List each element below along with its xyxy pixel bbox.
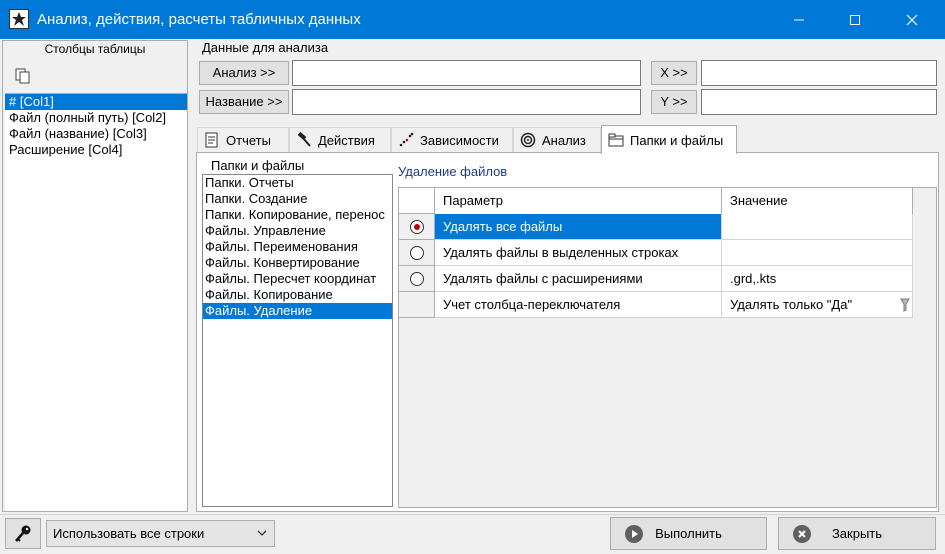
list-item[interactable]: Файлы. Переименования	[203, 239, 392, 255]
row-marker[interactable]	[399, 266, 435, 292]
table-row[interactable]: Удалять все файлы	[399, 214, 913, 240]
list-item[interactable]: Файлы. Удаление	[203, 303, 392, 319]
list-item[interactable]: Файлы. Пересчет координат	[203, 271, 392, 287]
analysis-button[interactable]: Анализ >>	[199, 61, 289, 85]
header-corner	[399, 188, 435, 214]
minimize-button[interactable]	[776, 0, 822, 39]
analysis-data-title: Данные для анализа	[202, 40, 329, 55]
tab-reports[interactable]: Отчеты	[197, 127, 289, 152]
analysis-field[interactable]	[292, 60, 641, 86]
folder-icon	[608, 132, 624, 148]
window-title: Анализ, действия, расчеты табличных данн…	[37, 11, 361, 28]
maximize-button[interactable]	[832, 0, 878, 39]
list-item[interactable]: # [Col1]	[5, 94, 187, 110]
tab-dependencies[interactable]: Зависимости	[391, 127, 513, 152]
param-cell[interactable]: Учет столбца-переключателя	[435, 292, 722, 318]
param-cell[interactable]: Удалять все файлы	[435, 214, 722, 240]
close-icon	[906, 14, 918, 25]
radio-checked-icon[interactable]	[409, 219, 424, 234]
close-button[interactable]: Закрыть	[778, 517, 936, 550]
tab-label: Анализ	[542, 132, 586, 148]
y-field[interactable]	[701, 89, 937, 115]
name-button[interactable]: Название >>	[199, 90, 289, 114]
y-button[interactable]: Y >>	[651, 90, 697, 114]
param-cell[interactable]: Удалять файлы в выделенных строках	[435, 240, 722, 266]
maximize-icon	[850, 14, 860, 25]
radio-icon[interactable]	[409, 245, 424, 260]
list-item[interactable]: Расширение [Col4]	[5, 142, 187, 158]
tab-analysis[interactable]: Анализ	[513, 127, 601, 152]
folders-files-group: Папки. Отчеты Папки. Создание Папки. Коп…	[201, 158, 394, 510]
value-cell[interactable]	[722, 240, 913, 266]
scatter-icon	[398, 132, 414, 148]
folders-files-list: Папки. Отчеты Папки. Создание Папки. Коп…	[202, 174, 393, 507]
close-window-button[interactable]	[889, 0, 935, 39]
radio-icon[interactable]	[409, 271, 424, 286]
columns-list: # [Col1] Файл (полный путь) [Col2] Файл …	[5, 93, 187, 511]
value-cell[interactable]: .grd,.kts	[722, 266, 913, 292]
value-text: Удалять только "Да"	[730, 297, 853, 312]
tab-label: Зависимости	[420, 132, 499, 148]
columns-panel: Столбцы таблицы # [Col1] Файл (полный пу…	[2, 40, 188, 512]
list-item[interactable]: Файлы. Управление	[203, 223, 392, 239]
minimize-icon	[794, 19, 804, 20]
x-button[interactable]: X >>	[651, 61, 697, 85]
table-row[interactable]: Учет столбца-переключателя Удалять тольк…	[399, 292, 913, 318]
list-item[interactable]: Файлы. Копирование	[203, 287, 392, 303]
list-item[interactable]: Файлы. Конвертирование	[203, 255, 392, 271]
detail-title: Удаление файлов	[398, 164, 508, 179]
name-field[interactable]	[292, 89, 641, 115]
column-header-value[interactable]: Значение	[722, 188, 913, 214]
parameters-grid: Параметр Значение Удалять все файлы Удал…	[398, 187, 937, 508]
filter-icon[interactable]	[900, 298, 910, 312]
row-marker[interactable]	[399, 240, 435, 266]
list-item[interactable]: Папки. Копирование, перенос	[203, 207, 392, 223]
report-icon	[204, 132, 220, 148]
title-bar: Анализ, действия, расчеты табличных данн…	[0, 0, 945, 39]
value-cell[interactable]: Удалять только "Да"	[722, 292, 913, 318]
folders-files-title: Папки и файлы	[209, 158, 307, 173]
row-marker[interactable]	[399, 214, 435, 240]
list-item[interactable]: Файл (название) [Col3]	[5, 126, 187, 142]
run-button[interactable]: Выполнить	[610, 517, 767, 550]
value-cell[interactable]	[722, 214, 913, 240]
tab-label: Действия	[318, 132, 375, 148]
chevron-down-icon	[257, 530, 267, 536]
run-button-label: Выполнить	[655, 526, 722, 541]
copy-icon[interactable]	[14, 67, 32, 85]
list-item[interactable]: Папки. Создание	[203, 191, 392, 207]
table-row[interactable]: Удалять файлы с расширениями .grd,.kts	[399, 266, 913, 292]
tab-label: Папки и файлы	[630, 132, 724, 148]
list-item[interactable]: Папки. Отчеты	[203, 175, 392, 191]
tab-actions[interactable]: Действия	[289, 127, 391, 152]
close-button-label: Закрыть	[831, 526, 883, 541]
target-icon	[520, 132, 536, 148]
rows-select-value: Использовать все строки	[53, 526, 205, 541]
rows-select[interactable]: Использовать все строки	[46, 520, 275, 547]
list-item[interactable]: Файл (полный путь) [Col2]	[5, 110, 187, 126]
tab-label: Отчеты	[226, 132, 271, 148]
column-header-parameter[interactable]: Параметр	[435, 188, 722, 214]
param-cell[interactable]: Удалять файлы с расширениями	[435, 266, 722, 292]
tab-folders-files[interactable]: Папки и файлы	[601, 125, 737, 154]
key-button[interactable]	[5, 518, 41, 549]
hammer-icon	[296, 131, 312, 148]
table-row[interactable]: Удалять файлы в выделенных строках	[399, 240, 913, 266]
row-marker	[399, 292, 435, 318]
app-icon	[9, 9, 29, 29]
key-icon	[15, 525, 31, 542]
x-field[interactable]	[701, 60, 937, 86]
columns-panel-title: Столбцы таблицы	[44, 42, 146, 56]
